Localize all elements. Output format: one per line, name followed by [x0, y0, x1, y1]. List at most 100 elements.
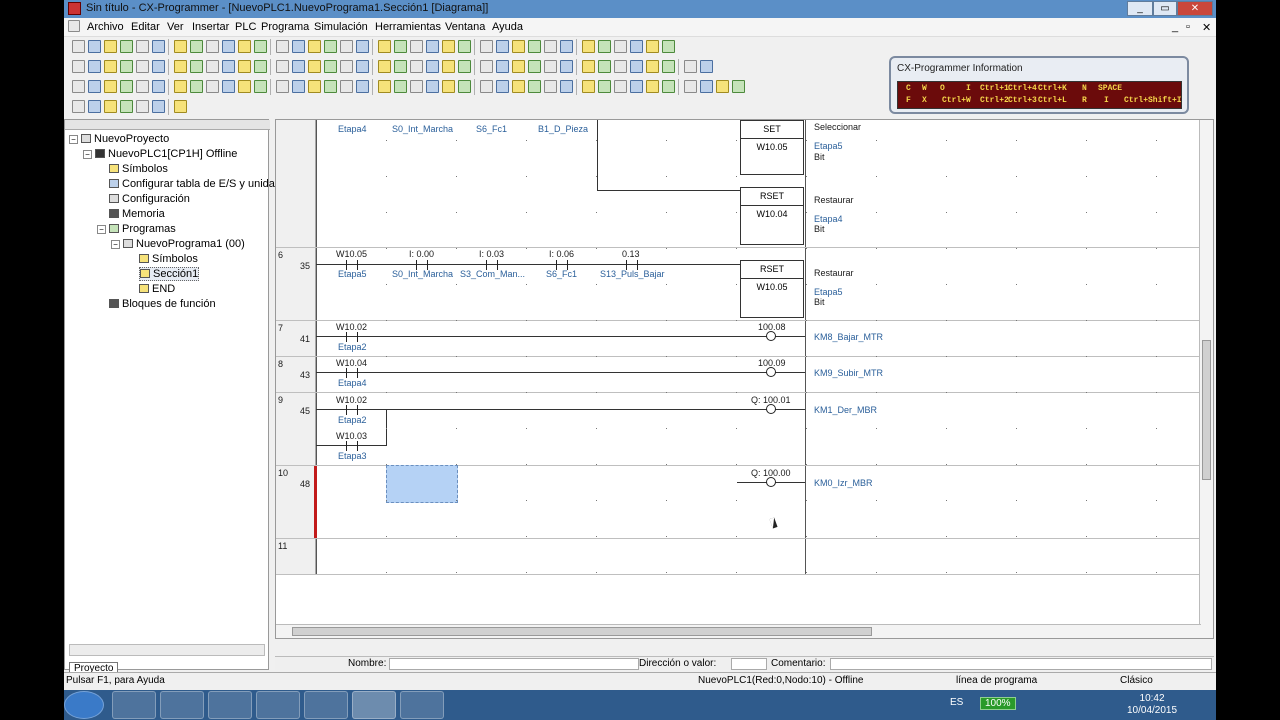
key-w[interactable]: W	[922, 84, 927, 93]
toolbar-button-icon[interactable]	[630, 60, 643, 73]
toolbar-button-icon[interactable]	[238, 40, 251, 53]
vscroll-thumb[interactable]	[1202, 340, 1211, 480]
toolbar-button-icon[interactable]	[340, 40, 353, 53]
toolbar-button-icon[interactable]	[72, 100, 85, 113]
toolbar-button-icon[interactable]	[324, 60, 337, 73]
toolbar-button-icon[interactable]	[152, 100, 165, 113]
menu-herramientas[interactable]: Herramientas	[375, 21, 441, 33]
address-field[interactable]	[731, 658, 767, 670]
toolbar-button-icon[interactable]	[254, 60, 267, 73]
toolbar-button-icon[interactable]	[378, 60, 391, 73]
toolbar-button-icon[interactable]	[324, 80, 337, 93]
toolbar-button-icon[interactable]	[356, 60, 369, 73]
toolbar-button-icon[interactable]	[662, 80, 675, 93]
toolbar-button-icon[interactable]	[292, 40, 305, 53]
toolbar-button-icon[interactable]	[308, 80, 321, 93]
toolbar-button-icon[interactable]	[700, 60, 713, 73]
toolbar-button-icon[interactable]	[582, 60, 595, 73]
rset-instruction[interactable]: RSET W10.04	[740, 187, 804, 245]
key-x[interactable]: X	[922, 96, 927, 105]
toolbar-button-icon[interactable]	[136, 100, 149, 113]
toolbar-button-icon[interactable]	[426, 60, 439, 73]
toolbar-button-icon[interactable]	[174, 100, 187, 113]
toolbar-button-icon[interactable]	[496, 80, 509, 93]
tree-program-symbols[interactable]: Símbolos	[139, 253, 198, 265]
toolbar-button-icon[interactable]	[104, 80, 117, 93]
set-instruction[interactable]: SET W10.05	[740, 120, 804, 175]
toolbar-button-icon[interactable]	[732, 80, 745, 93]
key-o[interactable]: O	[940, 84, 945, 93]
toolbar-button-icon[interactable]	[152, 80, 165, 93]
toolbar-button-icon[interactable]	[442, 80, 455, 93]
toolbar-button-icon[interactable]	[276, 40, 289, 53]
zoom-indicator[interactable]: 100%	[980, 697, 1016, 710]
toolbar-button-icon[interactable]	[378, 80, 391, 93]
name-field[interactable]	[389, 658, 639, 670]
tree-io-table[interactable]: Configurar tabla de E/S y unida	[109, 178, 275, 190]
menu-ver[interactable]: Ver	[167, 21, 184, 33]
toolbar-button-icon[interactable]	[238, 60, 251, 73]
toolbar-button-icon[interactable]	[528, 60, 541, 73]
toolbar-button-icon[interactable]	[136, 40, 149, 53]
key-ctrlw[interactable]: Ctrl+W	[942, 96, 971, 105]
toolbar-button-icon[interactable]	[410, 60, 423, 73]
toolbar-button-icon[interactable]	[410, 40, 423, 53]
rset-instruction[interactable]: RSET W10.05	[740, 260, 804, 318]
toolbar-button-icon[interactable]	[582, 80, 595, 93]
toolbar-button-icon[interactable]	[560, 60, 573, 73]
tree-root[interactable]: − NuevoProyecto	[69, 133, 169, 145]
toolbar-button-icon[interactable]	[292, 60, 305, 73]
key-i[interactable]: I	[966, 84, 971, 93]
toolbar-button-icon[interactable]	[120, 100, 133, 113]
ie-icon[interactable]	[256, 691, 300, 719]
tree-end[interactable]: END	[139, 283, 175, 295]
menu-archivo[interactable]: Archivo	[87, 21, 124, 33]
toolbar-button-icon[interactable]	[458, 40, 471, 53]
toolbar-button-icon[interactable]	[88, 100, 101, 113]
toolbar-button-icon[interactable]	[528, 40, 541, 53]
menu-insertar[interactable]: Insertar	[192, 21, 229, 33]
toolbar-button-icon[interactable]	[88, 40, 101, 53]
toolbar-button-icon[interactable]	[630, 80, 643, 93]
toolbar-button-icon[interactable]	[458, 80, 471, 93]
toolbar-button-icon[interactable]	[72, 80, 85, 93]
toolbar-button-icon[interactable]	[254, 40, 267, 53]
tree-section1[interactable]: Sección1	[139, 267, 200, 281]
cx-programmer-icon[interactable]	[352, 691, 396, 719]
toolbar-button-icon[interactable]	[394, 80, 407, 93]
toolbar-button-icon[interactable]	[394, 60, 407, 73]
toolbar-button-icon[interactable]	[512, 80, 525, 93]
menu-simulacion[interactable]: Simulación	[314, 21, 368, 33]
toolbar-button-icon[interactable]	[684, 80, 697, 93]
doc-icon[interactable]	[68, 20, 80, 32]
toolbar-button-icon[interactable]	[206, 40, 219, 53]
output-coil[interactable]	[766, 477, 776, 487]
key-ctrl4[interactable]: Ctrl+4	[1008, 84, 1037, 93]
ladder-diagram[interactable]: Etapa4 S0_Int_Marcha S6_Fc1 B1_D_Pieza S…	[275, 119, 1214, 639]
toolbar-button-icon[interactable]	[496, 40, 509, 53]
toolbar-button-icon[interactable]	[716, 80, 729, 93]
close-button[interactable]: ✕	[1177, 1, 1213, 16]
key-ctrl2[interactable]: Ctrl+2	[980, 96, 1009, 105]
tree-program1[interactable]: − NuevoPrograma1 (00)	[111, 238, 245, 250]
toolbar-button-icon[interactable]	[614, 60, 627, 73]
toolbar-button-icon[interactable]	[684, 60, 697, 73]
toolbar-button-icon[interactable]	[120, 60, 133, 73]
mdi-restore-button[interactable]: ▫	[1186, 21, 1190, 33]
toolbar-button-icon[interactable]	[222, 60, 235, 73]
app-icon[interactable]	[68, 2, 81, 15]
tree-config[interactable]: Configuración	[109, 193, 190, 205]
toolbar-button-icon[interactable]	[104, 40, 117, 53]
language-indicator[interactable]: ES	[950, 697, 963, 708]
contact-no[interactable]	[346, 332, 358, 342]
toolbar-button-icon[interactable]	[190, 40, 203, 53]
toolbar-button-icon[interactable]	[190, 60, 203, 73]
key-ctrl1[interactable]: Ctrl+1	[980, 84, 1009, 93]
toolbar-button-icon[interactable]	[292, 80, 305, 93]
key-c[interactable]: C	[906, 84, 911, 93]
toolbar-button-icon[interactable]	[394, 40, 407, 53]
toolbar-button-icon[interactable]	[254, 80, 267, 93]
chrome-icon[interactable]	[208, 691, 252, 719]
menu-ventana[interactable]: Ventana	[445, 21, 485, 33]
minimize-button[interactable]: _	[1127, 1, 1153, 16]
